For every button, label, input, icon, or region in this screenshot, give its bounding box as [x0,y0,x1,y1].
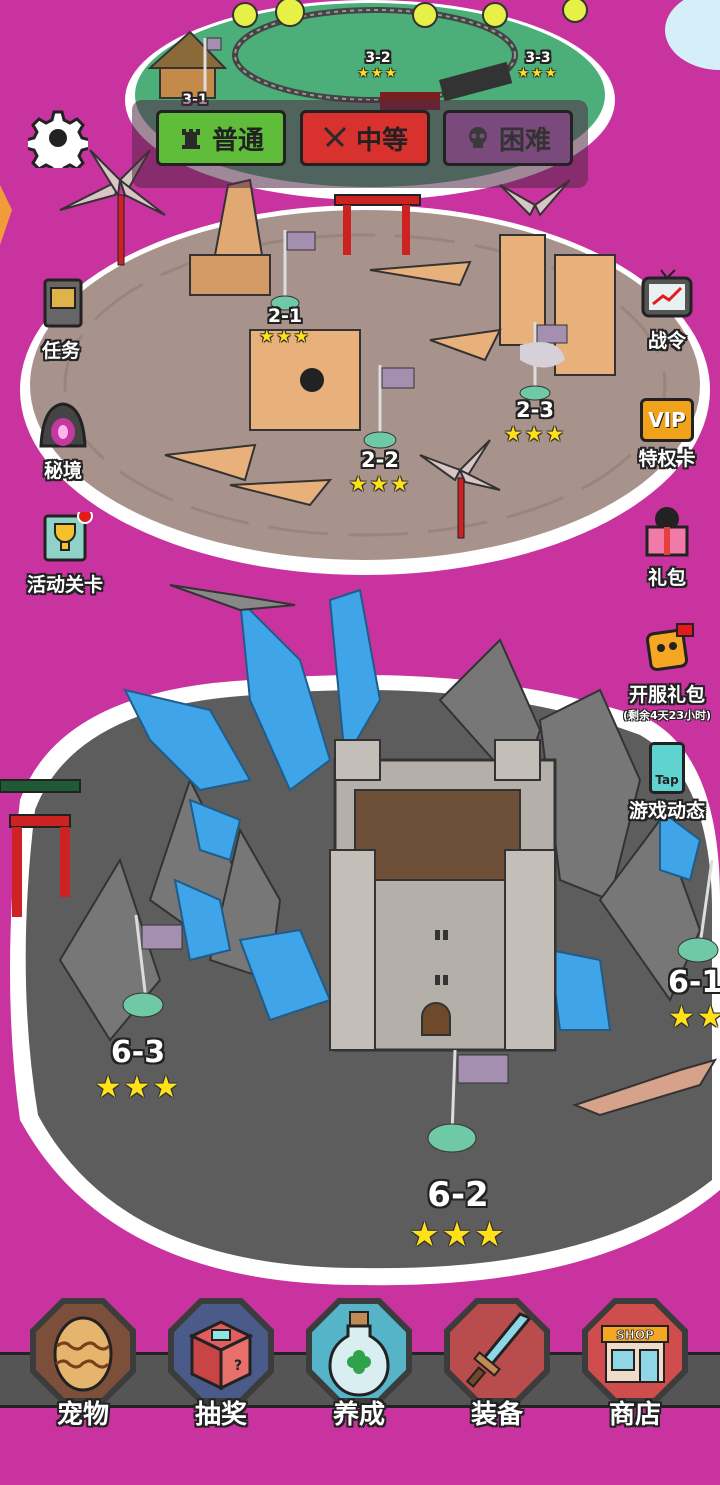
settings-button[interactable] [24,108,92,178]
tasks-label: 任务 [41,340,80,362]
level-stars: ★★★ [348,472,412,496]
gift-pack-button[interactable]: 礼包 [612,505,720,590]
nav-pets-label: 宠物 [56,1400,109,1430]
difficulty-medium-tab[interactable]: 中等 [300,110,430,166]
nav-equipment[interactable]: 装备 [438,1298,556,1430]
level-stars: ★★★ [668,1000,720,1035]
tv-chart-icon [641,269,693,318]
privilege-card-label: 特权卡 [638,448,696,470]
server-gift-button[interactable]: 开服礼包 (剩余4天23小时) [612,622,720,723]
gift-box-icon [645,507,689,557]
game-news-label: 游戏动态 [628,800,705,822]
level-stars: ★★★ [409,1215,507,1255]
tasks-button[interactable]: 任务 [6,278,116,363]
level-number: 6-1 [668,965,720,1000]
level-stars: ★★★ [259,327,311,347]
level-stars: ★★★ [94,1070,182,1105]
level-number: 2-3 [516,398,554,422]
crossed-swords-icon [323,126,347,148]
gift-pack-label: 礼包 [647,567,686,589]
level-6-1[interactable]: 6-1 ★★★ [668,965,720,1035]
secret-realm-label: 秘境 [43,460,82,482]
nav-lottery-label: 抽奖 [194,1400,247,1430]
book-icon [43,278,83,328]
game-news-button[interactable]: Tap 游戏动态 [612,742,720,823]
level-2-2[interactable]: 2-2 ★★★ [340,448,420,496]
battle-pass-button[interactable]: 战令 [612,268,720,353]
svg-text:?: ? [234,1358,242,1374]
shop-sign: SHOP [616,1328,654,1342]
level-2-3[interactable]: 2-3 ★★★ [495,398,575,446]
level-number: 6-3 [110,1035,166,1070]
level-number: 2-1 [267,305,303,327]
skull-icon [468,127,487,148]
level-2-1[interactable]: 2-1 ★★★ [250,305,320,347]
event-levels-button[interactable]: 活动关卡 [10,508,120,597]
battle-pass-label: 战令 [647,330,686,352]
difficulty-hard-tab[interactable]: 困难 [443,110,573,166]
difficulty-medium-label: 中等 [355,125,408,156]
level-3-3[interactable]: 3-3 ★★★ [510,50,566,81]
level-stars: ★★★ [357,66,399,81]
difficulty-normal-tab[interactable]: 普通 [156,110,286,166]
difficulty-normal-label: 普通 [211,125,264,156]
nav-equipment-label: 装备 [470,1400,523,1430]
tap-phone-icon: Tap [649,742,685,794]
trophy-icon [43,508,93,562]
level-number: 2-2 [361,448,399,472]
level-stars: ★★★ [517,66,559,81]
server-gift-label: 开服礼包 [628,684,705,706]
nav-shop-label: 商店 [608,1400,661,1430]
level-number: 3-2 [365,50,391,66]
level-number: 6-2 [427,1175,489,1215]
tap-badge: Tap [655,773,679,787]
nav-lottery[interactable]: ? 抽奖 [162,1298,280,1430]
event-levels-label: 活动关卡 [26,574,103,596]
tower-icon [181,129,200,149]
difficulty-hard-label: 困难 [498,125,551,156]
nav-develop-label: 养成 [332,1400,385,1430]
level-3-2[interactable]: 3-2 ★★★ [350,50,406,81]
nav-pets[interactable]: 宠物 [24,1298,142,1430]
secret-realm-button[interactable]: 秘境 [8,398,118,483]
nav-develop[interactable]: 养成 [300,1298,418,1430]
nav-shop[interactable]: SHOP 商店 [576,1298,694,1430]
level-stars: ★★★ [503,422,567,446]
vip-crown-icon: VIP [640,398,694,442]
privilege-card-button[interactable]: VIP 特权卡 [612,398,720,471]
vip-badge: VIP [648,408,686,432]
gift-character-icon [645,623,694,672]
cave-portal-icon [39,402,87,448]
gear-icon [24,110,92,178]
level-number: 3-3 [525,50,551,66]
level-6-2[interactable]: 6-2 ★★★ [393,1175,523,1255]
server-gift-timer: (剩余4天23小时) [622,709,712,722]
level-6-3[interactable]: 6-3 ★★★ [80,1035,196,1105]
